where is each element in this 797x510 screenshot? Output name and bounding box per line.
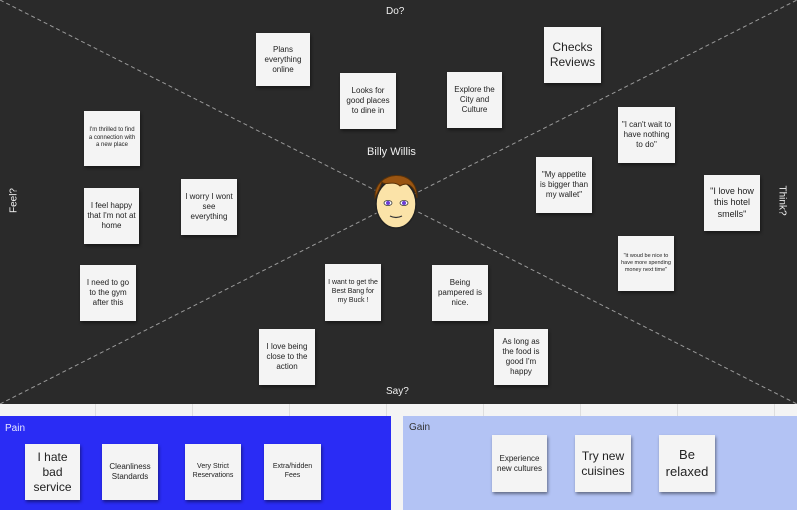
grid-line [677, 404, 678, 416]
gain-note[interactable]: Be relaxed [659, 435, 715, 492]
gain-title: Gain [409, 422, 431, 433]
do-note[interactable]: Checks Reviews [544, 27, 601, 83]
grid-line [580, 404, 581, 416]
grid-line [95, 404, 96, 416]
axis-label-do: Do? [386, 6, 405, 17]
grid-line [289, 404, 290, 416]
do-note[interactable]: Explore the City and Culture [447, 72, 502, 128]
think-note[interactable]: "it woud be nice to have more spending m… [618, 236, 674, 291]
think-note[interactable]: "My appetite is bigger than my wallet" [536, 157, 592, 213]
do-note[interactable]: Plans everything online [256, 33, 310, 86]
feel-note[interactable]: I feel happy that I'm not at home [84, 188, 139, 244]
grid-line [774, 404, 775, 416]
say-note[interactable]: I love being close to the action [259, 329, 315, 385]
pain-note[interactable]: I hate bad service [25, 444, 80, 500]
grid-line [386, 404, 387, 416]
say-note[interactable]: Being pampered is nice. [432, 265, 488, 321]
axis-label-feel: Feel? [8, 188, 20, 214]
say-note[interactable]: As long as the food is good I'm happy [494, 329, 548, 385]
feel-note[interactable]: I need to go to the gym after this [80, 265, 136, 321]
axis-label-say: Say? [386, 386, 409, 397]
grid-line [192, 404, 193, 416]
canvas: Do? Say? Feel? Think? Billy Willis Plans… [0, 0, 797, 510]
say-note[interactable]: I want to get the Best Bang for my Buck … [325, 264, 381, 321]
axis-label-think: Think? [776, 185, 788, 216]
boy-face-icon [374, 175, 418, 229]
grid-line [483, 404, 484, 416]
pain-note[interactable]: Very Strict Reservations [185, 444, 241, 500]
pain-title: Pain [5, 423, 26, 434]
do-note[interactable]: Looks for good places to dine in [340, 73, 396, 129]
persona-name: Billy Willis [367, 146, 416, 158]
pain-note[interactable]: Extra/hidden Fees [264, 444, 321, 500]
pain-note[interactable]: Cleanliness Standards [102, 444, 158, 500]
think-note[interactable]: "I love how this hotel smells" [704, 175, 760, 231]
think-note[interactable]: "I can't wait to have nothing to do" [618, 107, 675, 163]
feel-note[interactable]: I'm thrilled to find a connection with a… [84, 111, 140, 166]
gain-note[interactable]: Try new cuisines [575, 435, 631, 492]
feel-note[interactable]: I worry I wont see everything [181, 179, 237, 235]
gain-note[interactable]: Experience new cultures [492, 435, 547, 492]
